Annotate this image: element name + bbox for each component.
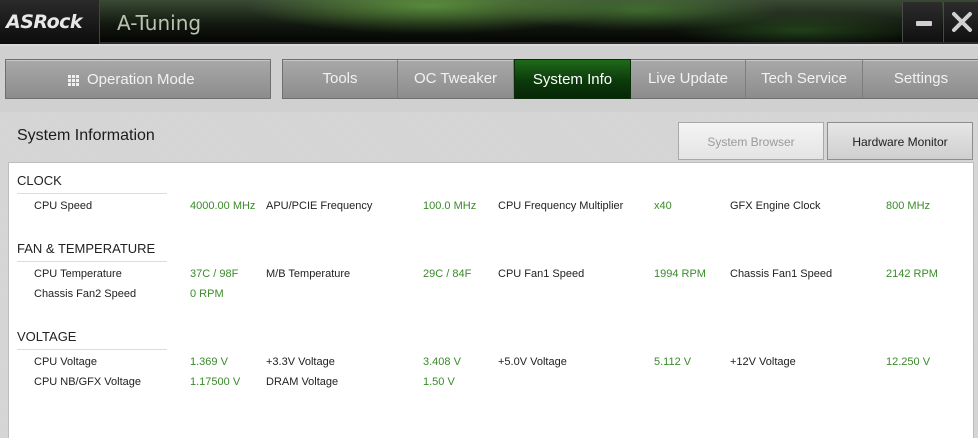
- tab-live-update[interactable]: Live Update: [631, 60, 746, 98]
- tab-system-info[interactable]: System Info: [514, 59, 631, 99]
- clock-heading: CLOCK: [17, 173, 167, 194]
- fan-temperature-heading: FAN & TEMPERATURE: [17, 241, 167, 262]
- title-bar: ASRock A-Tuning: [0, 0, 978, 44]
- v12-voltage-value: 12.250 V: [886, 356, 931, 368]
- operation-mode-button[interactable]: Operation Mode: [5, 59, 271, 99]
- cpu-speed-value: 4000.00 MHz: [190, 200, 256, 212]
- minimize-icon: [916, 21, 932, 26]
- mb-temperature-label: M/B Temperature: [266, 268, 351, 280]
- asrock-logo: ASRock: [0, 0, 100, 44]
- mb-temperature-value: 29C / 84F: [423, 268, 472, 280]
- chassis-fan1-speed-value: 2142 RPM: [886, 268, 938, 280]
- minimize-button[interactable]: [902, 2, 942, 42]
- chassis-fan2-speed-value: 0 RPM: [190, 288, 224, 300]
- cpu-fan1-speed-value: 1994 RPM: [654, 268, 706, 280]
- v33-voltage-value: 3.408 V: [423, 356, 461, 368]
- cpu-speed-label: CPU Speed: [34, 200, 93, 212]
- operation-mode-label: Operation Mode: [87, 71, 195, 88]
- v33-voltage-label: +3.3V Voltage: [266, 356, 335, 368]
- hardware-monitor-button[interactable]: Hardware Monitor: [827, 122, 973, 160]
- cpu-multiplier-label: CPU Frequency Multiplier: [498, 200, 624, 212]
- v50-voltage-label: +5.0V Voltage: [498, 356, 567, 368]
- system-info-panel: CLOCK CPU Speed 4000.00 MHz APU/PCIE Fre…: [8, 162, 974, 438]
- chassis-fan2-speed-label: Chassis Fan2 Speed: [34, 288, 137, 300]
- gfx-engine-clock-label: GFX Engine Clock: [730, 200, 821, 212]
- cpu-fan1-speed-label: CPU Fan1 Speed: [498, 268, 585, 280]
- tab-settings[interactable]: Settings: [863, 60, 978, 98]
- apu-pcie-frequency-value: 100.0 MHz: [423, 200, 477, 212]
- dram-voltage-label: DRAM Voltage: [266, 376, 339, 388]
- main-tabs: Tools OC Tweaker System Info Live Update…: [282, 59, 978, 99]
- v12-voltage-label: +12V Voltage: [730, 356, 796, 368]
- cpu-voltage-value: 1.369 V: [190, 356, 228, 368]
- tab-oc-tweaker[interactable]: OC Tweaker: [398, 60, 514, 98]
- voltage-heading: VOLTAGE: [17, 329, 167, 350]
- v50-voltage-value: 5.112 V: [654, 356, 692, 368]
- grid-icon: [68, 75, 80, 87]
- brand-text: ASRock: [6, 11, 83, 33]
- cpu-temperature-label: CPU Temperature: [34, 268, 122, 280]
- chassis-fan1-speed-label: Chassis Fan1 Speed: [730, 268, 833, 280]
- cpu-nb-gfx-voltage-label: CPU NB/GFX Voltage: [34, 376, 141, 388]
- dram-voltage-value: 1.50 V: [423, 376, 455, 388]
- cpu-nb-gfx-voltage-value: 1.17500 V: [190, 376, 241, 388]
- cpu-temperature-value: 37C / 98F: [190, 268, 239, 280]
- nav-bar: Operation Mode Tools OC Tweaker System I…: [0, 46, 978, 112]
- cpu-voltage-label: CPU Voltage: [34, 356, 97, 368]
- cpu-multiplier-value: x40: [654, 200, 672, 212]
- gfx-engine-clock-value: 800 MHz: [886, 200, 931, 212]
- tab-tech-service[interactable]: Tech Service: [746, 60, 863, 98]
- close-icon: [952, 12, 972, 32]
- system-browser-button[interactable]: System Browser: [678, 122, 824, 160]
- close-button[interactable]: [943, 2, 978, 42]
- page-title: System Information: [17, 127, 155, 144]
- apu-pcie-frequency-label: APU/PCIE Frequency: [266, 200, 373, 212]
- tab-tools[interactable]: Tools: [283, 60, 398, 98]
- app-title: A-Tuning: [117, 11, 202, 35]
